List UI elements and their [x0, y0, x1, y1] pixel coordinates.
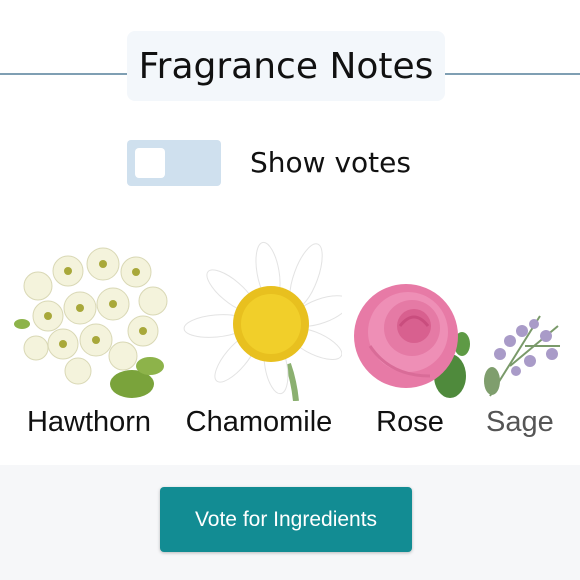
- title-box: Fragrance Notes: [127, 31, 445, 101]
- ingredient-name: Sage: [486, 406, 554, 438]
- show-votes-label: Show votes: [250, 146, 411, 179]
- ingredient-carousel[interactable]: Hawthorn Chamomile Rose Sage: [0, 236, 580, 451]
- ingredient-card-chamomile[interactable]: Chamomile: [176, 236, 342, 451]
- chamomile-flower-image: [183, 241, 342, 401]
- ingredient-name: Rose: [376, 406, 444, 438]
- hawthorn-blossom-image: [14, 247, 168, 398]
- page-title: Fragrance Notes: [138, 45, 434, 87]
- ingredient-card-sage[interactable]: Sage: [480, 236, 580, 451]
- header-rule-right: [445, 73, 580, 75]
- pink-rose-image: [354, 284, 470, 398]
- ingredient-name: Chamomile: [185, 406, 333, 438]
- header-rule-left: [0, 73, 127, 75]
- sage-sprig-image: [484, 315, 560, 397]
- ingredient-card-hawthorn[interactable]: Hawthorn: [8, 236, 170, 451]
- ingredient-name: Hawthorn: [26, 406, 152, 438]
- show-votes-toggle[interactable]: [127, 140, 221, 186]
- ingredient-card-rose[interactable]: Rose: [350, 236, 470, 451]
- toggle-knob: [135, 148, 165, 178]
- vote-for-ingredients-button[interactable]: Vote for Ingredients: [160, 487, 412, 552]
